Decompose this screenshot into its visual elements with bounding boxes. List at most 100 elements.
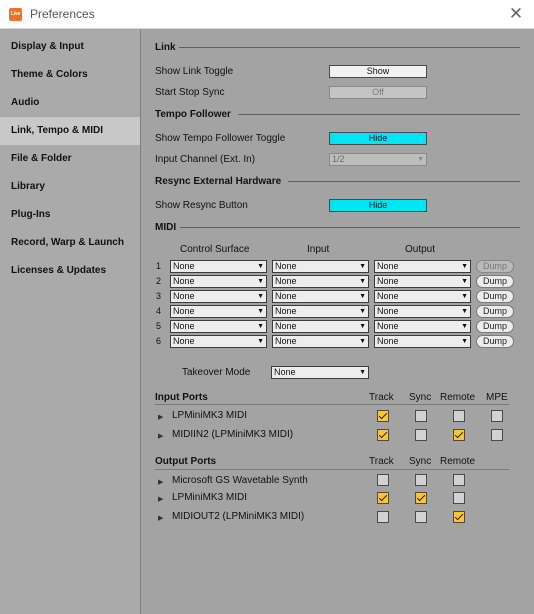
midi-input-value: None [275,261,297,271]
input-port-remote-checkbox[interactable] [453,429,465,441]
sidebar-item-display-input[interactable]: Display & Input [0,33,140,61]
midi-input-value: None [275,306,297,316]
expand-arrow-icon[interactable]: ▶ [158,413,163,421]
control-surface-select[interactable]: None ▼ [170,260,267,273]
input-port-mpe-checkbox[interactable] [491,429,503,441]
midi-input-select[interactable]: None ▼ [272,290,369,303]
dump-button[interactable]: Dump [476,290,514,303]
output-port-remote-checkbox[interactable] [453,511,465,523]
output-port-remote-checkbox[interactable] [453,474,465,486]
input-port-mpe-checkbox[interactable] [491,410,503,422]
col-header-input: Input [307,244,330,255]
col-header-remote: Remote [440,456,476,467]
takeover-mode-label: Takeover Mode [182,367,251,378]
sidebar-item-audio[interactable]: Audio [0,89,140,117]
output-port-track-checkbox[interactable] [377,511,389,523]
midi-row-number: 1 [156,261,162,271]
sidebar-item-link-tempo-midi[interactable]: Link, Tempo & MIDI [0,117,140,145]
close-button[interactable]: ✕ [506,4,526,24]
midi-input-select[interactable]: None ▼ [272,260,369,273]
sidebar-item-file-folder[interactable]: File & Folder [0,145,140,173]
col-header-output: Output [405,244,436,255]
output-port-name: MIDIOUT2 (LPMiniMK3 MIDI) [172,511,305,522]
chevron-down-icon: ▼ [257,278,264,285]
start-stop-sync-label: Start Stop Sync [155,87,225,98]
output-port-track-checkbox[interactable] [377,474,389,486]
midi-output-value: None [377,276,399,286]
sidebar-item-plug-ins[interactable]: Plug-Ins [0,201,140,229]
show-link-toggle-button[interactable]: Show [329,65,427,78]
control-surface-select[interactable]: None ▼ [170,335,267,348]
chevron-down-icon: ▼ [461,323,468,330]
control-surface-select[interactable]: None ▼ [170,305,267,318]
midi-row-number: 2 [156,276,162,286]
control-surface-value: None [173,276,195,286]
control-surface-value: None [173,321,195,331]
chevron-down-icon: ▼ [359,293,366,300]
midi-output-select[interactable]: None ▼ [374,290,471,303]
output-ports-divider [155,469,509,470]
chevron-down-icon: ▼ [257,308,264,315]
control-surface-value: None [173,306,195,316]
col-header-track: Track [369,392,394,403]
midi-input-select[interactable]: None ▼ [272,305,369,318]
show-tempo-follower-button[interactable]: Hide [329,132,427,145]
control-surface-select[interactable]: None ▼ [170,290,267,303]
expand-arrow-icon[interactable]: ▶ [158,495,163,503]
input-port-track-checkbox[interactable] [377,410,389,422]
show-tempo-follower-label: Show Tempo Follower Toggle [155,133,286,144]
takeover-mode-select[interactable]: None ▼ [271,366,369,379]
start-stop-sync-button[interactable]: Off [329,86,427,99]
control-surface-select[interactable]: None ▼ [170,320,267,333]
midi-output-select[interactable]: None ▼ [374,320,471,333]
input-channel-select[interactable]: 1/2 ▼ [329,153,427,166]
dump-button[interactable]: Dump [476,335,514,348]
show-resync-button[interactable]: Hide [329,199,427,212]
chevron-down-icon: ▼ [417,156,424,163]
input-port-name: MIDIIN2 (LPMiniMK3 MIDI) [172,429,294,440]
control-surface-select[interactable]: None ▼ [170,275,267,288]
input-port-name: LPMiniMK3 MIDI [172,410,248,421]
window-title: Preferences [30,7,95,21]
show-resync-button-label: Show Resync Button [155,200,248,211]
output-port-track-checkbox[interactable] [377,492,389,504]
col-header-sync: Sync [409,456,432,467]
midi-output-value: None [377,291,399,301]
expand-arrow-icon[interactable]: ▶ [158,432,163,440]
midi-output-select[interactable]: None ▼ [374,305,471,318]
section-resync-divider [288,181,520,182]
control-surface-value: None [173,336,195,346]
expand-arrow-icon[interactable]: ▶ [158,514,163,522]
chevron-down-icon: ▼ [359,369,366,376]
input-port-sync-checkbox[interactable] [415,410,427,422]
output-port-remote-checkbox[interactable] [453,492,465,504]
output-port-sync-checkbox[interactable] [415,474,427,486]
col-header-control-surface: Control Surface [180,244,250,255]
output-port-sync-checkbox[interactable] [415,511,427,523]
title-bar: Live Preferences ✕ [0,0,534,29]
expand-arrow-icon[interactable]: ▶ [158,478,163,486]
chevron-down-icon: ▼ [461,278,468,285]
dump-button[interactable]: Dump [476,320,514,333]
input-port-remote-checkbox[interactable] [453,410,465,422]
dump-button[interactable]: Dump [476,260,514,273]
midi-input-select[interactable]: None ▼ [272,320,369,333]
input-port-sync-checkbox[interactable] [415,429,427,441]
midi-output-select[interactable]: None ▼ [374,260,471,273]
sidebar-item-record-warp-launch[interactable]: Record, Warp & Launch [0,229,140,257]
input-port-track-checkbox[interactable] [377,429,389,441]
sidebar-item-theme-colors[interactable]: Theme & Colors [0,61,140,89]
chevron-down-icon: ▼ [359,323,366,330]
midi-row-number: 3 [156,291,162,301]
col-header-track: Track [369,456,394,467]
dump-button[interactable]: Dump [476,305,514,318]
midi-output-select[interactable]: None ▼ [374,335,471,348]
midi-row-number: 6 [156,336,162,346]
midi-input-select[interactable]: None ▼ [272,275,369,288]
output-port-sync-checkbox[interactable] [415,492,427,504]
sidebar-item-licenses-updates[interactable]: Licenses & Updates [0,257,140,285]
dump-button[interactable]: Dump [476,275,514,288]
midi-input-select[interactable]: None ▼ [272,335,369,348]
sidebar-item-library[interactable]: Library [0,173,140,201]
midi-output-select[interactable]: None ▼ [374,275,471,288]
